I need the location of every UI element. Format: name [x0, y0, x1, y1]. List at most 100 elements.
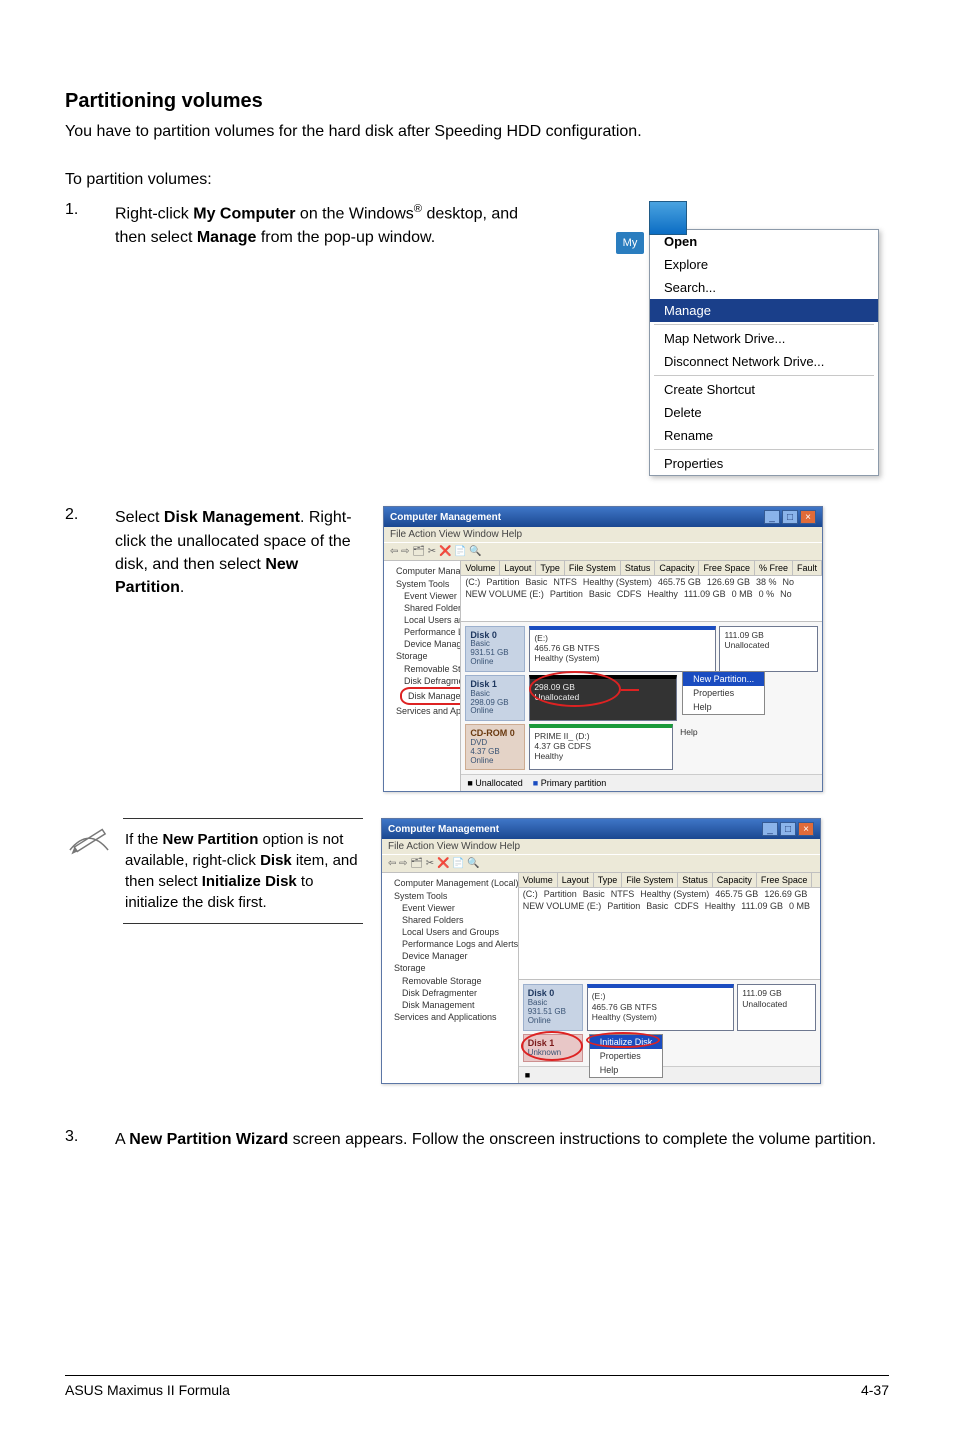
w2-col-fs[interactable]: File System	[622, 873, 678, 887]
w2-tree-services[interactable]: Services and Applications	[386, 1011, 514, 1023]
tree-sharedfolders[interactable]: Shared Folders	[388, 602, 456, 614]
win2-min-button[interactable]: _	[762, 822, 778, 836]
win1-toolbar[interactable]: ⇦ ⇨ 🗂 ✂ ❌ 📄 🔍	[384, 542, 822, 561]
ctx-d1-help[interactable]: Help	[683, 700, 764, 714]
col-status[interactable]: Status	[621, 561, 656, 575]
win2-controls: _ □ ×	[762, 822, 814, 836]
ctx-sep3	[654, 449, 874, 450]
w2r1-cap: 465.75 GB	[715, 889, 764, 899]
win1-close-button[interactable]: ×	[800, 510, 816, 524]
d0p2-stat: Unallocated	[724, 640, 813, 650]
col-filesystem[interactable]: File System	[565, 561, 621, 575]
d0p1-stat: Healthy (System)	[534, 653, 711, 663]
win1-max-button[interactable]: □	[782, 510, 798, 524]
tree-systools[interactable]: System Tools	[388, 578, 456, 590]
disk0-part2[interactable]: 111.09 GB Unallocated	[719, 626, 818, 672]
ctx-sep2	[654, 375, 874, 376]
disk1-unallocated[interactable]: 298.09 GB Unallocated	[529, 675, 677, 721]
w2-col-status[interactable]: Status	[678, 873, 713, 887]
w2-col-type[interactable]: Type	[594, 873, 623, 887]
win1-row2[interactable]: NEW VOLUME (E:) Partition Basic CDFS Hea…	[461, 588, 822, 600]
w2-tree-devicemgr[interactable]: Device Manager	[386, 950, 514, 962]
ctx-properties[interactable]: Properties	[650, 452, 878, 475]
win2-max-button[interactable]: □	[780, 822, 796, 836]
step3-a: A	[115, 1131, 129, 1148]
ctx-init-help[interactable]: Help	[590, 1063, 663, 1077]
w2r2-type: Basic	[646, 901, 674, 911]
col-type[interactable]: Type	[536, 561, 565, 575]
w2-col-volume[interactable]: Volume	[519, 873, 558, 887]
tree-services[interactable]: Services and Applications	[388, 705, 456, 717]
w2-disk1-name: Disk 1	[528, 1038, 555, 1048]
win1-row1[interactable]: (C:) Partition Basic NTFS Healthy (Syste…	[461, 576, 822, 588]
w2-col-freespace[interactable]: Free Space	[757, 873, 813, 887]
w2-col-layout[interactable]: Layout	[558, 873, 594, 887]
win2-row2[interactable]: NEW VOLUME (E:) Partition Basic CDFS Hea…	[519, 900, 820, 912]
col-volume[interactable]: Volume	[461, 561, 500, 575]
ctx-init-properties[interactable]: Properties	[590, 1049, 663, 1063]
ctx-initialize-disk[interactable]: Initialize Disk	[590, 1035, 663, 1049]
col-pctfree[interactable]: % Free	[755, 561, 793, 575]
w2-disk1-label[interactable]: Disk 1 Unknown	[523, 1034, 583, 1063]
col-freespace[interactable]: Free Space	[699, 561, 755, 575]
w2-tree-diskmgmt[interactable]: Disk Management	[386, 999, 514, 1011]
w2-tree-storage[interactable]: Storage	[386, 962, 514, 974]
ctx-explore[interactable]: Explore	[650, 253, 878, 276]
col-capacity[interactable]: Capacity	[655, 561, 699, 575]
w2-col-capacity[interactable]: Capacity	[713, 873, 757, 887]
win2-toolbar[interactable]: ⇦ ⇨ 🗂 ✂ ❌ 📄 🔍	[382, 854, 820, 873]
tree-root[interactable]: Computer Management (Local)	[388, 565, 456, 577]
w2-tree-root[interactable]: Computer Management (Local)	[386, 877, 514, 889]
disk0-label[interactable]: Disk 0 Basic 931.51 GB Online	[465, 626, 525, 672]
w2-tree-perflogs[interactable]: Performance Logs and Alerts	[386, 938, 514, 950]
disk0-part1[interactable]: (E:) 465.76 GB NTFS Healthy (System)	[529, 626, 716, 672]
win1-table-head: Volume Layout Type File System Status Ca…	[461, 561, 822, 576]
w2-tree-systools[interactable]: System Tools	[386, 890, 514, 902]
w2-disk0-label[interactable]: Disk 0 Basic 931.51 GB Online	[523, 984, 583, 1030]
ctx-d1-properties[interactable]: Properties	[683, 686, 764, 700]
w2-tree-eventviewer[interactable]: Event Viewer	[386, 902, 514, 914]
mycomputer-icon: My	[649, 201, 687, 235]
col-fault[interactable]: Fault	[793, 561, 822, 575]
ctx-rename[interactable]: Rename	[650, 424, 878, 447]
tree-eventviewer[interactable]: Event Viewer	[388, 590, 456, 602]
ctx-map-drive[interactable]: Map Network Drive...	[650, 327, 878, 350]
win2-close-button[interactable]: ×	[798, 822, 814, 836]
tree-perflogs[interactable]: Performance Logs and Alerts	[388, 626, 456, 638]
note-bold-initialize: Initialize Disk	[202, 873, 297, 890]
w2-disk0-part2[interactable]: 111.09 GB Unallocated	[737, 984, 816, 1030]
tree-diskmgmt-selected[interactable]: Disk Management	[400, 687, 461, 705]
w2d0p2-sub: 111.09 GB	[742, 988, 811, 998]
step1-number: 1.	[65, 201, 115, 219]
tree-removable[interactable]: Removable Storage	[388, 663, 456, 675]
ctx-disconnect-drive[interactable]: Disconnect Network Drive...	[650, 350, 878, 373]
win1-menubar[interactable]: File Action View Window Help	[384, 527, 822, 542]
w2-tree-defrag[interactable]: Disk Defragmenter	[386, 987, 514, 999]
tree-localusers[interactable]: Local Users and Groups	[388, 614, 456, 626]
disk1-sub3: Online	[470, 707, 520, 716]
r2-pct: 0 %	[759, 589, 781, 599]
tree-storage[interactable]: Storage	[388, 650, 456, 662]
col-layout[interactable]: Layout	[500, 561, 536, 575]
ctx-manage-selected[interactable]: Manage	[650, 299, 878, 322]
win2-menubar[interactable]: File Action View Window Help	[382, 839, 820, 854]
w2-disk0-part1[interactable]: (E:) 465.76 GB NTFS Healthy (System)	[587, 984, 735, 1030]
win2-row1[interactable]: (C:) Partition Basic NTFS Healthy (Syste…	[519, 888, 820, 900]
w2r1-free: 126.69 GB	[764, 889, 813, 899]
w2-tree-localusers[interactable]: Local Users and Groups	[386, 926, 514, 938]
win1-right-pane: Volume Layout Type File System Status Ca…	[461, 561, 822, 791]
w2r1-vol: (C:)	[523, 889, 544, 899]
tree-devicemgr[interactable]: Device Manager	[388, 638, 456, 650]
w2-tree-sharedfolders[interactable]: Shared Folders	[386, 914, 514, 926]
disk1-label[interactable]: Disk 1 Basic 298.09 GB Online	[465, 675, 525, 721]
win1-min-button[interactable]: _	[764, 510, 780, 524]
cd-spacer: Help	[676, 724, 818, 770]
ctx-new-partition[interactable]: New Partition...	[683, 672, 764, 686]
cdrom-label[interactable]: CD-ROM 0 DVD 4.37 GB Online	[465, 724, 525, 770]
w2-tree-removable[interactable]: Removable Storage	[386, 975, 514, 987]
cd-part[interactable]: PRIME II_ (D:) 4.37 GB CDFS Healthy	[529, 724, 673, 770]
ctx-delete[interactable]: Delete	[650, 401, 878, 424]
tree-defrag[interactable]: Disk Defragmenter	[388, 675, 456, 687]
ctx-create-shortcut[interactable]: Create Shortcut	[650, 378, 878, 401]
ctx-search[interactable]: Search...	[650, 276, 878, 299]
